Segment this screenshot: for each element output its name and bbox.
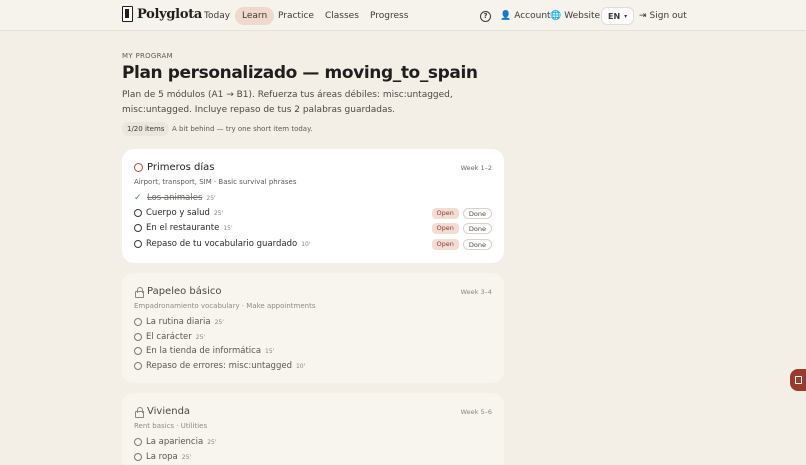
circle-icon: [134, 318, 142, 326]
page-title: Plan personalizado — moving_to_spain: [122, 63, 478, 83]
eyebrow-label: MY PROGRAM: [122, 52, 173, 60]
progress-pill: 1/20 items: [122, 122, 170, 136]
circle-icon: [134, 240, 142, 248]
lesson-name: La apariencia: [146, 437, 204, 447]
account-label: Account: [514, 11, 551, 21]
logo-icon: [122, 6, 133, 22]
module-subtitle: Rent basics · Utilities: [134, 422, 208, 430]
lesson-item[interactable]: En el restaurante 15' Open Done: [134, 221, 492, 235]
done-button[interactable]: Done: [462, 207, 492, 219]
circle-icon: [134, 362, 142, 370]
done-button[interactable]: Done: [462, 222, 492, 234]
lesson-duration: 25': [206, 194, 216, 202]
nav-learn[interactable]: Learn: [235, 7, 275, 25]
top-navigation: Polyglota Today Learn Practice Classes P…: [0, 0, 806, 31]
nav-today[interactable]: Today: [197, 7, 237, 25]
nav-progress[interactable]: Progress: [363, 7, 415, 25]
lesson-name: Repaso de errores: misc:untagged: [146, 361, 292, 371]
lesson-duration: 10': [301, 240, 311, 248]
website-link[interactable]: 🌐 Website: [550, 7, 600, 25]
module-card: Vivienda Week 5–6 Rent basics · Utilitie…: [122, 393, 504, 465]
signout-icon: ⇥: [639, 11, 647, 21]
circle-icon: [134, 347, 142, 355]
lesson-name: La rutina diaria: [146, 317, 211, 327]
website-label: Website: [564, 11, 601, 21]
module-subtitle: Empadronamiento vocabulary · Make appoin…: [134, 302, 316, 310]
lesson-duration: 25': [181, 453, 192, 461]
lesson-duration: 15': [265, 347, 275, 355]
lesson-name: Cuerpo y salud: [146, 208, 210, 218]
lesson-name: El carácter: [146, 332, 192, 342]
circle-icon: [134, 438, 142, 446]
help-icon: ?: [480, 10, 491, 22]
lesson-item[interactable]: ✓ Los animales 25': [134, 191, 492, 205]
lesson-duration: 25': [195, 333, 206, 341]
module-week: Week 1–2: [460, 164, 492, 172]
lesson-item: La apariencia 25': [134, 435, 492, 449]
circle-icon: [134, 209, 142, 217]
module-header: Primeros días: [134, 162, 215, 173]
circle-icon: [134, 163, 143, 172]
lesson-item: Repaso de errores: misc:untagged 10': [134, 359, 492, 373]
lesson-duration: 15': [223, 224, 233, 232]
lesson-name: En el restaurante: [146, 223, 220, 233]
signout-link[interactable]: ⇥ Sign out: [639, 7, 687, 25]
language-value: EN: [608, 11, 621, 21]
account-link[interactable]: 👤 Account: [500, 7, 551, 25]
open-button[interactable]: Open: [431, 207, 459, 219]
module-week: Week 3–4: [460, 288, 492, 296]
module-title: Papeleo básico: [147, 286, 222, 297]
chevron-down-icon: ▾: [624, 12, 628, 20]
nav-classes[interactable]: Classes: [318, 7, 366, 25]
module-title: Primeros días: [147, 162, 215, 173]
lesson-name: Los animales: [147, 193, 203, 203]
lesson-item: En la tienda de informática 15': [134, 344, 492, 358]
circle-icon: [134, 453, 142, 461]
notebook-icon: [795, 376, 802, 384]
lock-icon: [134, 407, 144, 418]
lesson-item: El carácter 25': [134, 330, 492, 344]
brand-name: Polyglota: [137, 6, 203, 22]
module-subtitle: Airport, transport, SIM · Basic survival…: [134, 178, 297, 186]
globe-icon: 🌐: [550, 11, 562, 21]
lesson-item[interactable]: Cuerpo y salud 25' Open Done: [134, 206, 492, 220]
lesson-item: La ropa 25': [134, 450, 492, 464]
language-select[interactable]: EN ▾: [601, 7, 635, 25]
brand-logo[interactable]: Polyglota: [122, 6, 202, 22]
lock-icon: [134, 287, 144, 298]
program-description: Plan de 5 módulos (A1 → B1). Refuerza tu…: [122, 90, 453, 115]
lesson-name: Repaso de tu vocabulario guardado: [146, 239, 298, 249]
circle-icon: [134, 333, 142, 341]
lesson-item: La rutina diaria 25': [134, 315, 492, 329]
nav-practice[interactable]: Practice: [271, 7, 321, 25]
status-note: A bit behind — try one short item today.: [172, 125, 313, 133]
user-icon: 👤: [500, 11, 512, 21]
module-card: Papeleo básico Week 3–4 Empadronamiento …: [122, 273, 504, 383]
module-header: Papeleo básico: [134, 286, 222, 298]
lesson-duration: 25': [207, 438, 217, 446]
module-header: Vivienda: [134, 406, 191, 418]
module-title: Vivienda: [147, 406, 191, 417]
lesson-item[interactable]: Repaso de tu vocabulario guardado 10' Op…: [134, 237, 492, 251]
circle-icon: [134, 224, 142, 232]
open-button[interactable]: Open: [431, 238, 459, 250]
done-button[interactable]: Done: [462, 238, 492, 250]
lesson-duration: 25': [214, 318, 224, 326]
help-button[interactable]: ?: [480, 7, 491, 25]
lesson-duration: 10': [295, 362, 306, 370]
signout-label: Sign out: [649, 11, 687, 21]
module-week: Week 5–6: [460, 408, 492, 416]
open-button[interactable]: Open: [431, 222, 459, 234]
check-icon: ✓: [134, 192, 142, 203]
lesson-name: En la tienda de informática: [146, 346, 262, 356]
module-card: Primeros días Week 1–2 Airport, transpor…: [122, 149, 504, 263]
lesson-duration: 25': [213, 209, 224, 217]
feedback-tab[interactable]: [790, 369, 806, 391]
lesson-name: La ropa: [146, 452, 178, 462]
